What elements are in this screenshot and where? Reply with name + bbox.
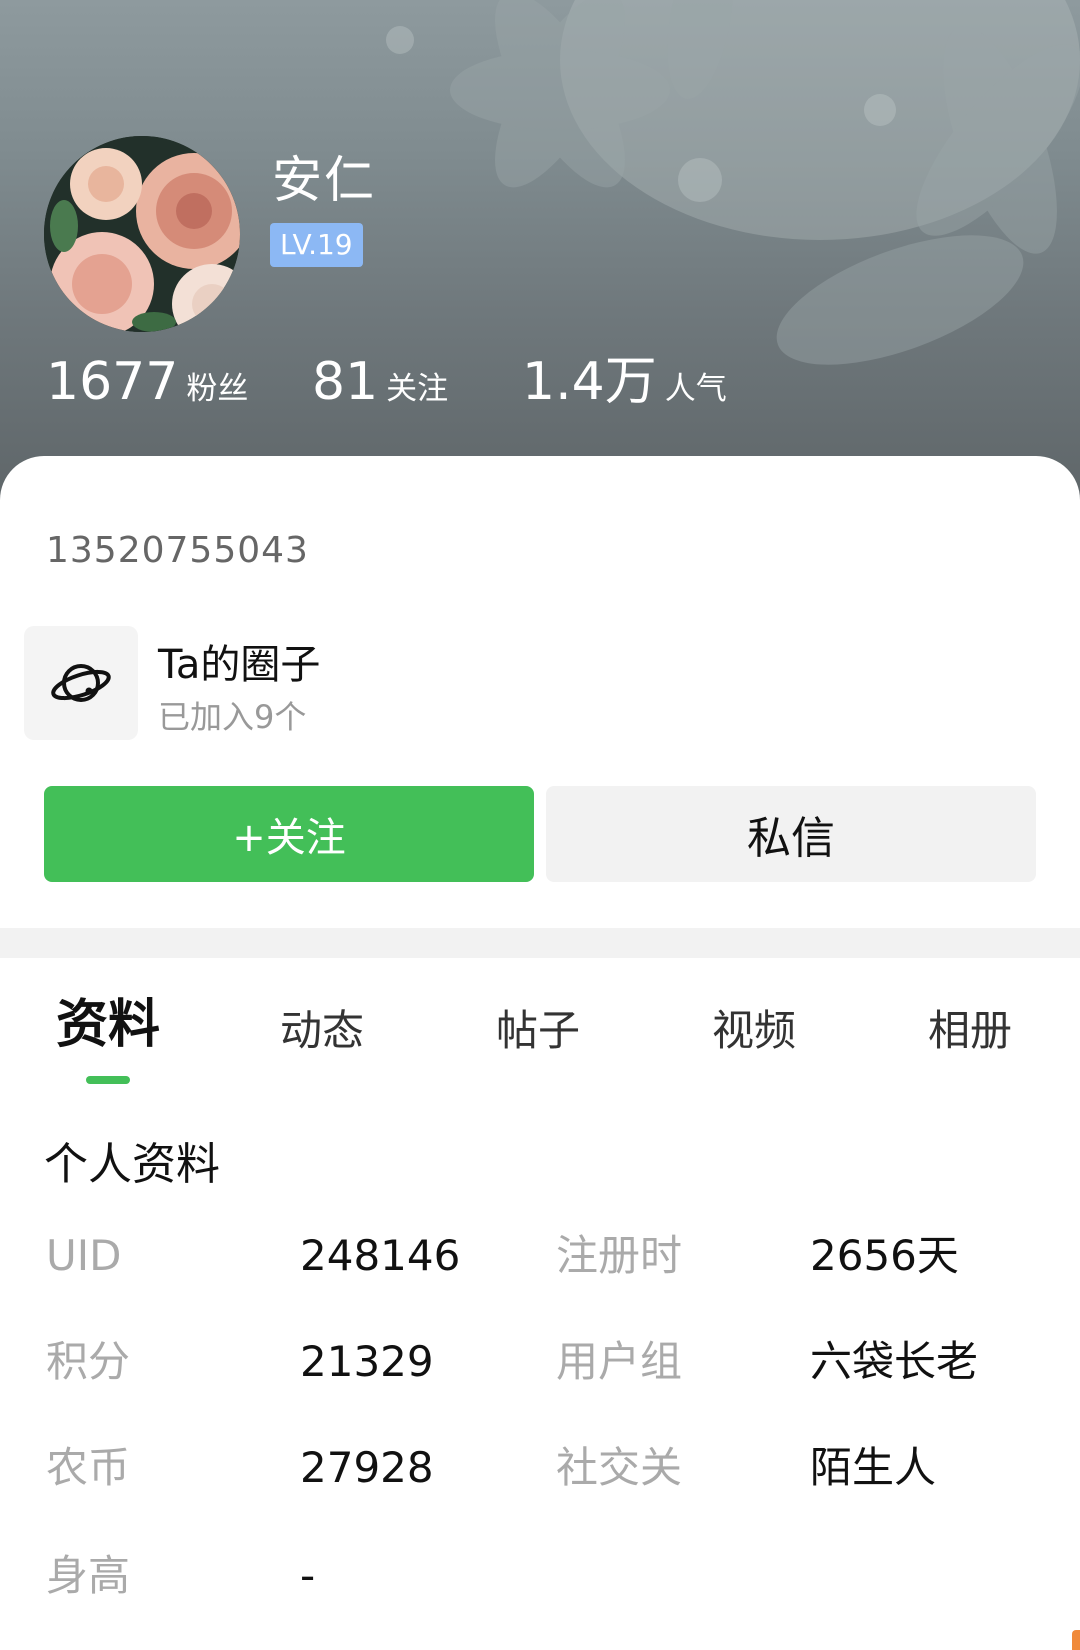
info-label: 积分 (46, 1337, 131, 1386)
following-count: 81 (312, 352, 379, 412)
info-row: 积分 21329 用户组 六袋长老 (0, 1332, 1080, 1392)
circles-entry[interactable]: Ta的圈子 已加入9个 (24, 626, 1024, 740)
info-value: 陌生人 (810, 1443, 937, 1492)
profile-sheet: 13520755043 Ta的圈子 已加入9个 +关注 私信 资料 动态 帖子 … (0, 456, 1080, 1650)
tab-albums[interactable]: 相册 (928, 996, 1012, 1066)
info-label: 用户组 (556, 1337, 683, 1386)
popularity-stat: 1.4万 人气 (522, 352, 727, 412)
info-row: UID 248146 注册时 2656天 (0, 1226, 1080, 1286)
info-value: 21329 (300, 1337, 434, 1386)
info-label: 社交关 (556, 1443, 683, 1492)
info-label: 身高 (46, 1551, 131, 1600)
popularity-label: 人气 (664, 371, 727, 407)
avatar[interactable] (44, 136, 240, 332)
info-value: 2656天 (810, 1231, 959, 1280)
follow-button[interactable]: +关注 (44, 786, 534, 882)
info-value: 六袋长老 (810, 1337, 979, 1386)
followers-count: 1677 (46, 352, 179, 412)
tab-profile[interactable]: 资料 (56, 990, 160, 1060)
message-button[interactable]: 私信 (546, 786, 1036, 882)
active-tab-indicator (86, 1076, 130, 1084)
info-label: 农币 (46, 1443, 131, 1492)
followers-label: 粉丝 (186, 371, 249, 407)
info-value: 248146 (300, 1231, 461, 1280)
section-divider (0, 928, 1080, 958)
circles-count: 已加入9个 (158, 698, 307, 736)
info-label: UID (46, 1231, 122, 1280)
following-label: 关注 (386, 371, 449, 407)
info-row: 身高 - (0, 1546, 1080, 1606)
planet-icon (24, 626, 138, 740)
popularity-count: 1.4万 (522, 352, 657, 412)
user-code: 13520755043 (46, 530, 309, 571)
followers-stat[interactable]: 1677 粉丝 (46, 352, 312, 412)
following-stat[interactable]: 81 关注 (312, 352, 522, 412)
info-value: - (300, 1551, 316, 1600)
profile-cover: 安仁 LV.19 1677 粉丝 81 关注 1.4万 人气 (0, 0, 1080, 520)
profile-tabs: 资料 动态 帖子 视频 相册 (0, 995, 1080, 1086)
profile-info-title: 个人资料 (44, 1139, 220, 1190)
profile-stats: 1677 粉丝 81 关注 1.4万 人气 (46, 352, 727, 422)
tab-posts[interactable]: 帖子 (496, 996, 580, 1066)
info-label: 注册时 (556, 1231, 683, 1280)
info-value: 27928 (300, 1443, 434, 1492)
circles-title: Ta的圈子 (158, 642, 321, 688)
info-row: 农币 27928 社交关 陌生人 (0, 1438, 1080, 1498)
tab-videos[interactable]: 视频 (712, 996, 796, 1066)
scroll-indicator (1072, 1630, 1080, 1650)
tab-activity[interactable]: 动态 (280, 996, 364, 1066)
username: 安仁 (272, 151, 376, 209)
level-badge: LV.19 (270, 223, 363, 267)
